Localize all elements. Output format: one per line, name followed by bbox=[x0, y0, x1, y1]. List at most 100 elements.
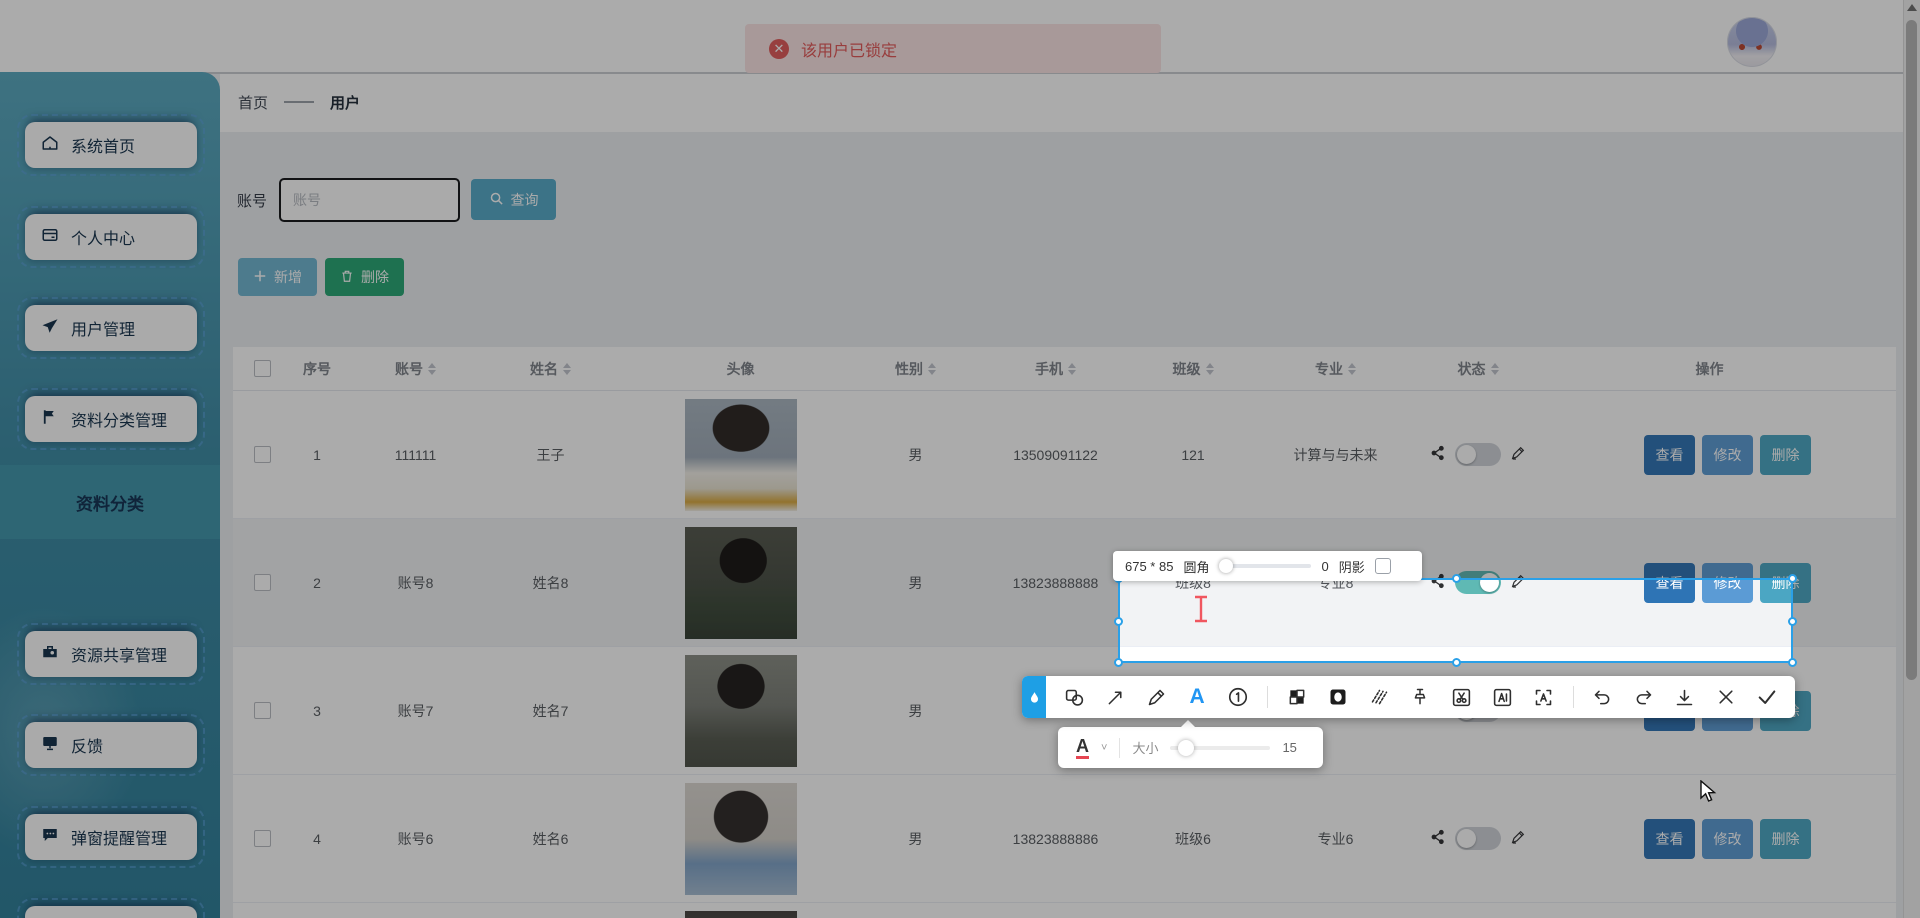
cell-account: 账号7 bbox=[397, 702, 434, 719]
row-checkbox[interactable] bbox=[253, 446, 271, 463]
col-phone[interactable]: 手机 bbox=[963, 359, 1148, 379]
shadow-label: 阴影 bbox=[1338, 559, 1365, 575]
sidebar-subitem-label: 资料分类 bbox=[76, 494, 144, 514]
translate-icon[interactable] bbox=[1491, 685, 1515, 709]
edit-button[interactable]: 修改 bbox=[1702, 818, 1753, 859]
sidebar-item-label: 系统首页 bbox=[71, 139, 136, 156]
resize-handle[interactable] bbox=[1451, 658, 1461, 667]
flag-icon bbox=[41, 408, 59, 431]
resize-handle[interactable] bbox=[1114, 616, 1123, 626]
confirm-icon[interactable] bbox=[1755, 685, 1779, 709]
resize-handle[interactable] bbox=[1451, 574, 1461, 583]
arrow-icon[interactable] bbox=[1103, 685, 1127, 709]
resize-handle[interactable] bbox=[1788, 616, 1797, 626]
ocr-icon[interactable] bbox=[1532, 685, 1556, 709]
user-avatar[interactable] bbox=[1727, 17, 1777, 67]
shape-icon[interactable] bbox=[1062, 685, 1086, 709]
cell-class: 班级6 bbox=[1175, 830, 1211, 847]
resize-handle[interactable] bbox=[1114, 658, 1123, 667]
sort-caret-icon[interactable] bbox=[1068, 362, 1076, 375]
share-icon[interactable] bbox=[1430, 445, 1446, 464]
download-icon[interactable] bbox=[1673, 685, 1697, 709]
resize-handle[interactable] bbox=[1788, 658, 1797, 667]
sidebar-subitem-category[interactable]: 资料分类 bbox=[0, 465, 220, 539]
pen-icon[interactable] bbox=[1144, 685, 1168, 709]
close-icon[interactable] bbox=[1714, 685, 1738, 709]
row-checkbox[interactable] bbox=[253, 830, 271, 847]
sidebar-item-label: 弹窗提醒管理 bbox=[71, 831, 168, 848]
select-all-checkbox[interactable] bbox=[253, 360, 271, 377]
scrollbar-thumb[interactable] bbox=[1906, 20, 1917, 680]
row-delete-button[interactable]: 删除 bbox=[1760, 818, 1811, 859]
trash-icon bbox=[340, 269, 354, 286]
col-major[interactable]: 专业 bbox=[1238, 359, 1433, 379]
resize-handle[interactable] bbox=[1788, 574, 1797, 583]
row-checkbox[interactable] bbox=[253, 574, 271, 591]
sort-caret-icon[interactable] bbox=[1205, 362, 1214, 375]
text-icon[interactable]: A bbox=[1185, 685, 1209, 709]
chevron-down-icon[interactable]: ˅ bbox=[1101, 742, 1107, 754]
scroll-up-icon[interactable] bbox=[1907, 4, 1917, 11]
corner-radius-slider[interactable] bbox=[1219, 559, 1312, 573]
row-delete-button[interactable]: 删除 bbox=[1760, 434, 1811, 475]
breadcrumb-separator bbox=[284, 101, 315, 103]
delete-button[interactable]: 删除 bbox=[325, 258, 404, 296]
breadcrumb-home[interactable]: 首页 bbox=[238, 92, 268, 113]
step-number-icon[interactable] bbox=[1226, 685, 1250, 709]
add-button[interactable]: 新增 bbox=[238, 258, 317, 296]
eraser-icon[interactable] bbox=[1367, 685, 1391, 709]
sort-caret-icon[interactable] bbox=[563, 362, 571, 375]
send-icon bbox=[41, 317, 59, 340]
sort-caret-icon[interactable] bbox=[428, 362, 436, 375]
sidebar-item-feedback[interactable]: 反馈 bbox=[17, 714, 205, 776]
sidebar-item-home[interactable]: 系统首页 bbox=[17, 114, 205, 176]
search-input[interactable] bbox=[279, 178, 461, 222]
col-gender[interactable]: 性别 bbox=[868, 359, 963, 379]
col-name[interactable]: 姓名 bbox=[488, 359, 613, 379]
col-account[interactable]: 账号 bbox=[343, 359, 488, 379]
blur-icon[interactable] bbox=[1326, 685, 1350, 709]
cell-phone: 13509091122 bbox=[1013, 446, 1098, 463]
sidebar-item-users[interactable]: 用户管理 bbox=[17, 297, 205, 359]
droplet-icon[interactable] bbox=[1022, 676, 1046, 718]
text-color-picker[interactable]: A bbox=[1076, 737, 1089, 759]
col-avatar: 头像 bbox=[726, 360, 755, 377]
error-toast: ✕ 该用户已锁定 bbox=[745, 24, 1161, 73]
pin-icon[interactable] bbox=[1408, 685, 1432, 709]
share-icon[interactable] bbox=[1430, 829, 1446, 848]
mouse-cursor bbox=[1700, 779, 1718, 809]
sidebar-item-profile[interactable]: 个人中心 bbox=[17, 206, 205, 268]
sidebar-item-category-mgmt[interactable]: 资料分类管理 bbox=[17, 388, 205, 450]
clip-icon[interactable] bbox=[1449, 685, 1473, 709]
mosaic-icon[interactable] bbox=[1285, 685, 1309, 709]
edit-button[interactable]: 修改 bbox=[1702, 434, 1753, 475]
sidebar-item-popup-reminder[interactable]: 弹窗提醒管理 bbox=[17, 806, 205, 868]
sort-caret-icon[interactable] bbox=[1348, 362, 1356, 375]
shadow-checkbox[interactable] bbox=[1374, 558, 1391, 574]
col-status[interactable]: 状态 bbox=[1433, 359, 1523, 379]
snip-size-bar: 675 * 85 圆角 0 阴影 bbox=[1113, 551, 1422, 581]
view-button[interactable]: 查看 bbox=[1644, 434, 1695, 475]
col-class[interactable]: 班级 bbox=[1148, 359, 1238, 379]
text-size-slider[interactable] bbox=[1170, 739, 1271, 756]
snip-selection-region[interactable] bbox=[1114, 574, 1797, 667]
scrollbar[interactable] bbox=[1903, 0, 1920, 918]
row-checkbox[interactable] bbox=[253, 702, 271, 719]
user-photo bbox=[684, 398, 797, 511]
view-button[interactable]: 查看 bbox=[1644, 818, 1695, 859]
sort-caret-icon[interactable] bbox=[928, 362, 936, 375]
redo-icon[interactable] bbox=[1632, 685, 1656, 709]
cell-gender: 男 bbox=[908, 574, 923, 591]
col-serial: 序号 bbox=[303, 360, 331, 377]
status-toggle[interactable] bbox=[1455, 827, 1501, 850]
cell-gender: 男 bbox=[908, 446, 923, 463]
sort-caret-icon[interactable] bbox=[1490, 362, 1499, 375]
sidebar-item-report-records[interactable]: 举报记录管理 bbox=[17, 898, 205, 918]
status-toggle[interactable] bbox=[1455, 443, 1501, 466]
undo-icon[interactable] bbox=[1591, 685, 1615, 709]
breadcrumb: 首页 用户 bbox=[220, 72, 1920, 132]
sidebar-item-resource-share[interactable]: 资源共享管理 bbox=[17, 623, 205, 685]
corner-radius-label: 圆角 bbox=[1183, 559, 1210, 575]
search-icon bbox=[489, 191, 504, 209]
query-button[interactable]: 查询 bbox=[471, 179, 556, 220]
